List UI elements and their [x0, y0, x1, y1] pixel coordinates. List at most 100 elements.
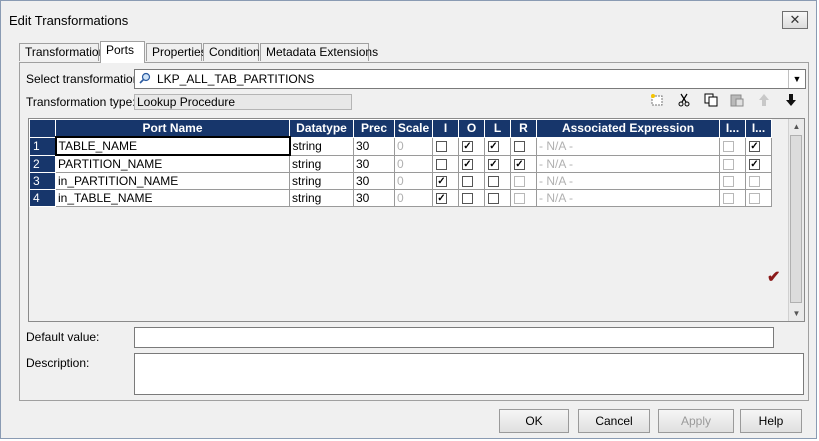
description-label: Description: — [26, 356, 90, 370]
datatype-cell[interactable]: string — [289, 172, 354, 190]
datatype-cell[interactable]: string — [289, 154, 354, 173]
flag-L-checkbox[interactable] — [488, 193, 499, 205]
scroll-up-icon[interactable]: ▲ — [789, 119, 804, 134]
description-textarea[interactable] — [134, 353, 804, 395]
tab-properties[interactable]: Properties — [146, 43, 207, 61]
lookup-icon — [139, 72, 151, 84]
flag-O-cell — [458, 172, 485, 190]
extra-c1-checkbox[interactable] — [723, 159, 734, 171]
chevron-down-icon[interactable]: ▼ — [788, 70, 805, 88]
flag-L-cell — [484, 172, 511, 190]
associated-expression-cell[interactable]: - N/A - — [536, 172, 720, 190]
col-header-datatype[interactable]: Datatype — [289, 119, 354, 138]
associated-expression-cell[interactable]: - N/A - — [536, 189, 720, 207]
close-button[interactable]: ✕ — [782, 11, 808, 29]
scroll-thumb[interactable] — [790, 135, 802, 303]
ports-table-body: 1 TABLE_NAME string 30 0 ✓ ✓ - N/A - ✓ 2 PARTITION… — [29, 136, 772, 207]
flag-L-checkbox[interactable]: ✓ — [488, 159, 499, 171]
new-port-icon[interactable] — [648, 93, 666, 111]
table-row[interactable]: 1 TABLE_NAME string 30 0 ✓ ✓ - N/A - ✓ — [29, 136, 772, 156]
flag-R-cell: ✓ — [510, 154, 537, 173]
flag-L-checkbox[interactable]: ✓ — [488, 141, 499, 153]
flag-R-checkbox[interactable] — [514, 141, 525, 153]
flag-O-checkbox[interactable] — [462, 176, 473, 188]
table-row[interactable]: 4 in_TABLE_NAME string 30 0 ✓ - N/A - — [29, 189, 772, 207]
table-header-row: Port Name Datatype Prec Scale I O L R As… — [29, 119, 772, 138]
extra-c1-checkbox[interactable] — [723, 176, 734, 188]
edit-transformations-dialog: Edit Transformations ✕ Transformation Po… — [0, 0, 817, 439]
col-header-return[interactable]: R — [510, 119, 537, 138]
port-name-cell[interactable]: TABLE_NAME — [54, 136, 291, 156]
datatype-cell[interactable]: string — [289, 189, 354, 207]
col-header-prec[interactable]: Prec — [353, 119, 395, 138]
flag-O-checkbox[interactable]: ✓ — [462, 159, 473, 171]
scroll-down-icon[interactable]: ▼ — [789, 306, 804, 321]
default-value-input[interactable] — [134, 327, 774, 348]
tab-transformation[interactable]: Transformation — [19, 43, 105, 61]
flag-I-checkbox[interactable] — [436, 159, 447, 171]
associated-expression-cell[interactable]: - N/A - — [536, 154, 720, 173]
port-name-cell[interactable]: in_PARTITION_NAME — [55, 172, 290, 190]
help-button[interactable]: Help — [740, 409, 802, 433]
extra-c1-checkbox[interactable] — [723, 141, 734, 153]
col-header-port-name[interactable]: Port Name — [55, 119, 290, 138]
ok-button[interactable]: OK — [499, 409, 569, 433]
prec-cell[interactable]: 30 — [353, 136, 395, 156]
col-header-associated-expression[interactable]: Associated Expression — [536, 119, 720, 138]
flag-O-checkbox[interactable] — [462, 193, 473, 205]
move-up-icon[interactable] — [755, 93, 773, 111]
scale-cell: 0 — [394, 189, 433, 207]
flag-R-checkbox[interactable] — [514, 176, 525, 188]
paste-icon[interactable] — [728, 93, 746, 111]
table-row[interactable]: 2 PARTITION_NAME string 30 0 ✓ ✓ ✓ - N/A - ✓ — [29, 154, 772, 173]
dialog-title: Edit Transformations — [9, 13, 129, 28]
extra-c2-checkbox[interactable]: ✓ — [749, 159, 760, 171]
extra-c2-checkbox[interactable] — [749, 193, 760, 205]
flag-R-checkbox[interactable] — [514, 193, 525, 205]
tab-condition[interactable]: Condition — [203, 43, 260, 61]
extra-c1-checkbox[interactable] — [723, 193, 734, 205]
flag-R-cell — [510, 136, 537, 156]
apply-button[interactable]: Apply — [658, 409, 734, 433]
prec-cell[interactable]: 30 — [353, 189, 395, 207]
flag-L-cell — [484, 189, 511, 207]
tab-metadata-extensions[interactable]: Metadata Extensions — [260, 43, 378, 61]
port-name-cell[interactable]: in_TABLE_NAME — [55, 189, 290, 207]
col-header-extra-2[interactable]: I... — [745, 119, 772, 138]
prec-cell[interactable]: 30 — [353, 154, 395, 173]
ports-panel: Select transformation: LKP_ALL_TAB_PARTI… — [19, 62, 809, 401]
vertical-scrollbar[interactable]: ▲ ▼ — [788, 119, 804, 321]
validate-checkmark-icon[interactable]: ✔ — [767, 267, 780, 287]
flag-L-checkbox[interactable] — [488, 176, 499, 188]
tab-ports[interactable]: Ports — [100, 41, 145, 63]
col-header-row-number — [29, 119, 56, 138]
datatype-cell[interactable]: string — [289, 136, 354, 156]
scale-cell: 0 — [394, 136, 433, 156]
col-header-lookup[interactable]: L — [484, 119, 511, 138]
port-name-cell[interactable]: PARTITION_NAME — [55, 154, 290, 173]
copy-icon[interactable] — [702, 93, 720, 111]
prec-cell[interactable]: 30 — [353, 172, 395, 190]
cancel-button[interactable]: Cancel — [578, 409, 650, 433]
flag-O-checkbox[interactable]: ✓ — [462, 141, 473, 153]
cut-icon[interactable] — [675, 93, 693, 111]
col-header-output[interactable]: O — [458, 119, 485, 138]
row-number: 2 — [29, 154, 56, 173]
flag-I-checkbox[interactable] — [436, 141, 447, 153]
extra-c2-checkbox[interactable] — [749, 176, 760, 188]
table-row[interactable]: 3 in_PARTITION_NAME string 30 0 ✓ - N/A - — [29, 172, 772, 190]
col-header-scale[interactable]: Scale — [394, 119, 433, 138]
flag-R-checkbox[interactable]: ✓ — [514, 159, 525, 171]
extra-c1-cell — [719, 136, 746, 156]
associated-expression-cell[interactable]: - N/A - — [536, 136, 720, 156]
flag-I-checkbox[interactable]: ✓ — [436, 176, 447, 188]
extra-c2-cell — [745, 172, 772, 190]
col-header-extra-1[interactable]: I... — [719, 119, 746, 138]
move-down-icon[interactable] — [782, 93, 800, 111]
extra-c2-cell: ✓ — [745, 136, 772, 156]
select-transformation-dropdown[interactable]: LKP_ALL_TAB_PARTITIONS ▼ — [134, 69, 806, 89]
flag-I-checkbox[interactable]: ✓ — [436, 193, 447, 205]
scale-cell: 0 — [394, 172, 433, 190]
extra-c2-checkbox[interactable]: ✓ — [749, 141, 760, 153]
col-header-input[interactable]: I — [432, 119, 459, 138]
